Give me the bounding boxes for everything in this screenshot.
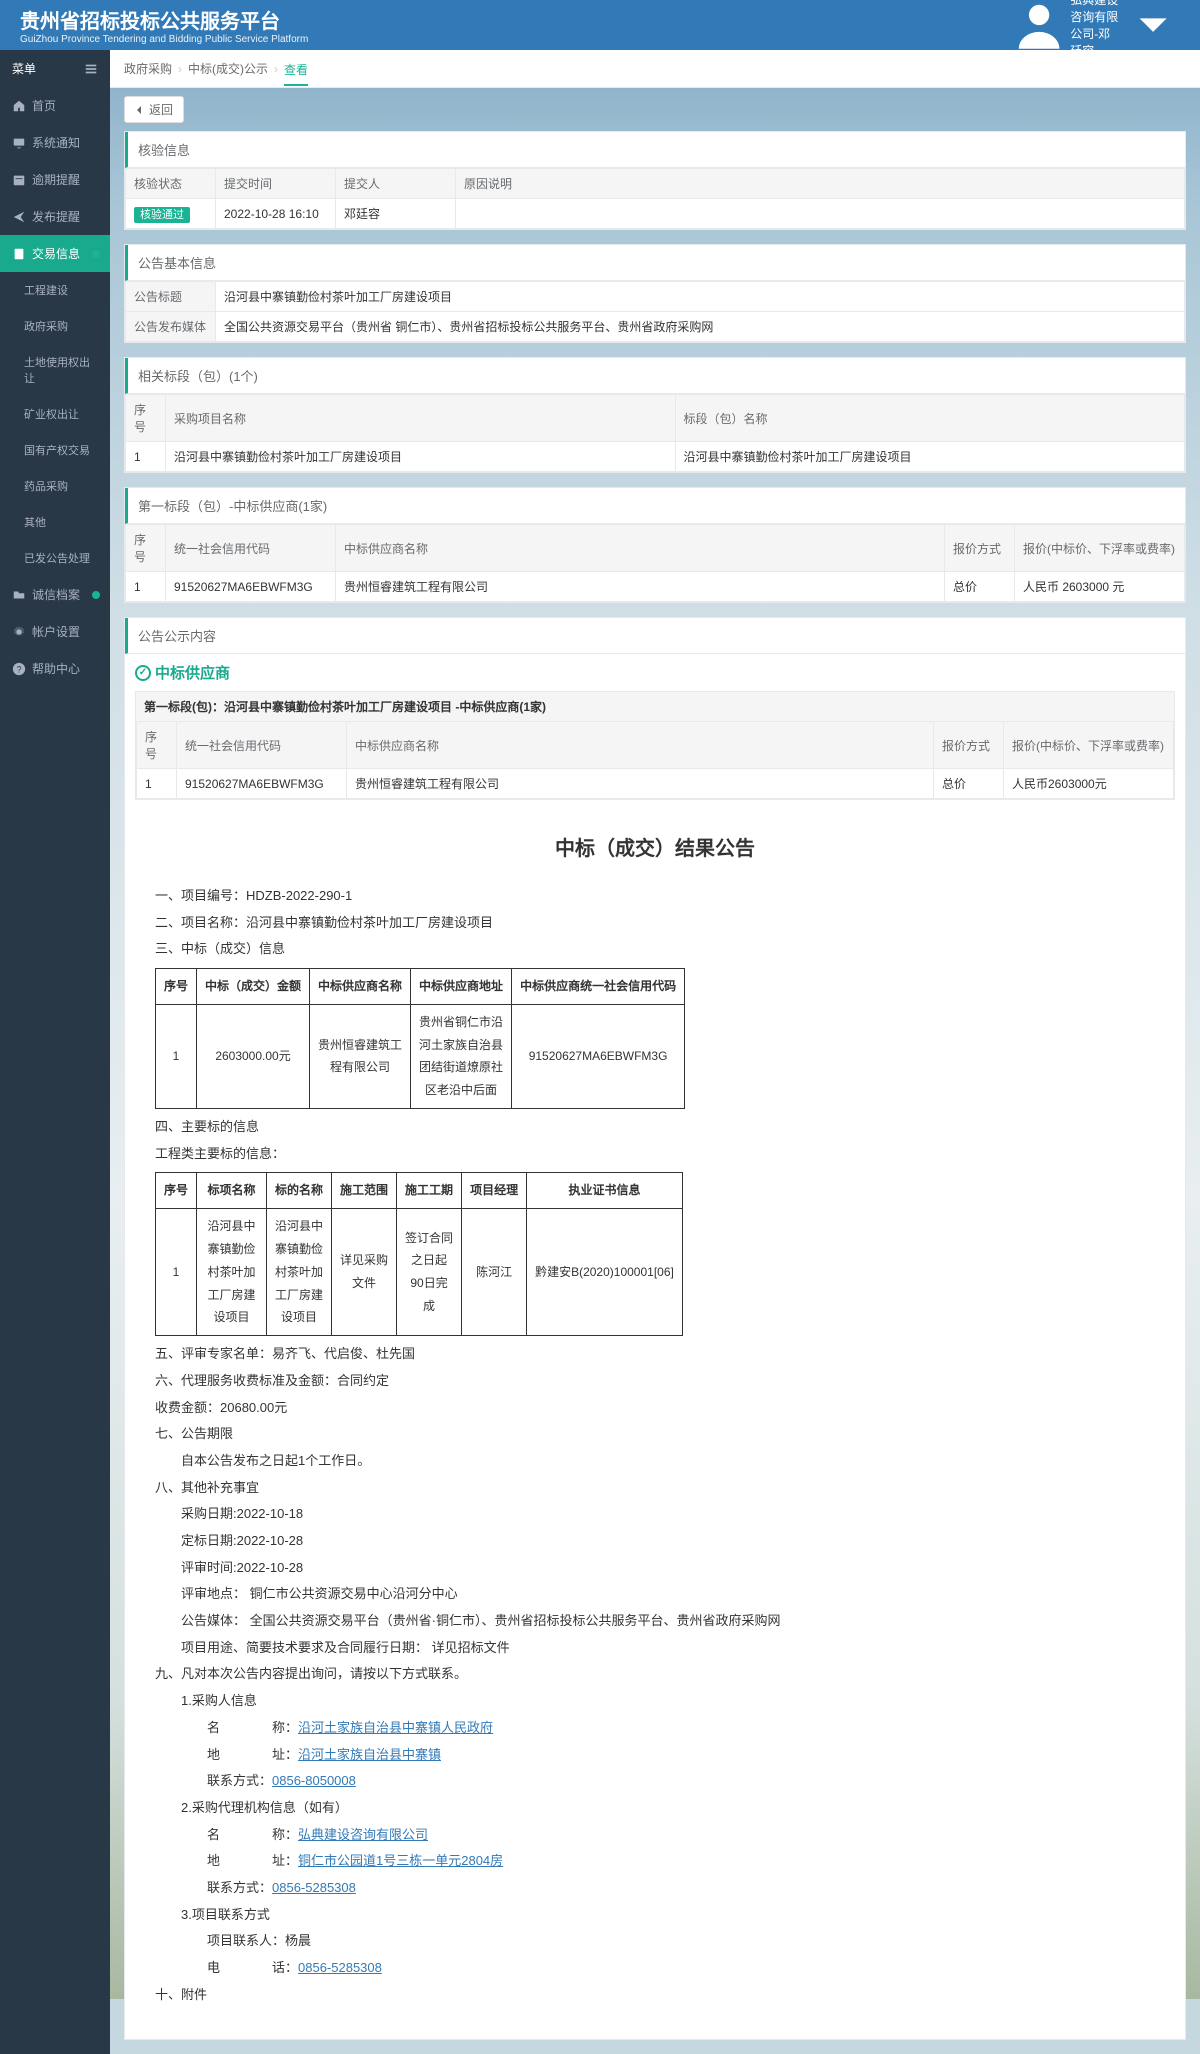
verify-time: 2022-10-28 16:10: [216, 199, 336, 229]
back-button[interactable]: 返回: [124, 96, 184, 123]
sidebar-sub-drug[interactable]: 药品采购: [0, 468, 110, 504]
announce-title: 沿河县中寨镇勤俭村茶叶加工厂房建设项目: [216, 282, 1185, 312]
content-title: 公告公示内容: [125, 618, 1185, 654]
sidebar-item-overdue[interactable]: 逾期提醒: [0, 161, 110, 198]
home-icon: [12, 99, 26, 113]
verify-h-reason: 原因说明: [456, 169, 1185, 199]
menu-icon[interactable]: [84, 62, 98, 76]
table-row: 1沿河县中寨镇勤俭村茶叶加工厂房建设项目沿河县中寨镇勤俭村茶叶加工厂房建设项目: [126, 442, 1185, 472]
basic-title: 公告基本信息: [125, 245, 1185, 281]
sidebar-sub-handled[interactable]: 已发公告处理: [0, 540, 110, 576]
verify-reason: [456, 199, 1185, 229]
main-content: 政府采购› 中标(成交)公示› 查看 返回 核验信息 核验状态 提交时间 提交人…: [110, 50, 1200, 2054]
notice-heading: 中标（成交）结果公告: [155, 830, 1155, 868]
user-icon: [1012, 0, 1066, 52]
sidebar-item-home[interactable]: 首页: [0, 87, 110, 124]
sidebar-sub-other[interactable]: 其他: [0, 504, 110, 540]
site-title: 贵州省招标投标公共服务平台: [20, 11, 280, 33]
doc-icon: [12, 247, 26, 261]
supplier-title: 第一标段（包）-中标供应商(1家): [125, 488, 1185, 524]
sidebar-sub-mining[interactable]: 矿业权出让: [0, 396, 110, 432]
site-header: 贵州省招标投标公共服务平台 GuiZhou Province Tendering…: [0, 0, 1200, 50]
verify-panel: 核验信息 核验状态 提交时间 提交人 原因说明 核验通过 2022-10-28 …: [124, 131, 1186, 230]
sidebar-item-credit[interactable]: 诚信档案: [0, 576, 110, 613]
buyer-phone-link[interactable]: 0856-8050008: [272, 1773, 356, 1788]
winner-heading: ✓中标供应商: [125, 654, 1185, 691]
gear-icon: [12, 625, 26, 639]
sidebar-item-help[interactable]: ?帮助中心: [0, 650, 110, 687]
supplier-panel: 第一标段（包）-中标供应商(1家) 序号统一社会信用代码中标供应商名称报价方式报…: [124, 487, 1186, 603]
sidebar-item-sysnotice[interactable]: 系统通知: [0, 124, 110, 161]
sidebar-item-account[interactable]: 帐户设置: [0, 613, 110, 650]
sidebar-sub-land[interactable]: 土地使用权出让: [0, 344, 110, 396]
menu-header: 菜单: [0, 50, 110, 87]
svg-text:?: ?: [17, 664, 22, 674]
crumb-a[interactable]: 政府采购: [124, 60, 172, 77]
buyer-addr-link[interactable]: 沿河土家族自治县中寨镇: [298, 1747, 441, 1762]
verify-h-person: 提交人: [336, 169, 456, 199]
breadcrumb: 政府采购› 中标(成交)公示› 查看: [110, 50, 1200, 88]
site-subtitle: GuiZhou Province Tendering and Bidding P…: [20, 34, 308, 45]
sidebar-sub-gov[interactable]: 政府采购: [0, 308, 110, 344]
agent-addr-link[interactable]: 铜仁市公园道1号三栋一单元2804房: [298, 1853, 503, 1868]
chevron-down-icon: [1126, 0, 1180, 52]
sidebar: 菜单 首页 系统通知 逾期提醒 发布提醒 交易信息 工程建设 政府采购 土地使用…: [0, 50, 110, 2054]
monitor-icon: [12, 136, 26, 150]
verify-person: 邓廷容: [336, 199, 456, 229]
calendar-icon: [12, 173, 26, 187]
project-phone-link[interactable]: 0856-5285308: [298, 1960, 382, 1975]
winner-sub: 第一标段(包)：沿河县中寨镇勤俭村茶叶加工厂房建设项目 -中标供应商(1家): [136, 692, 1174, 721]
crumb-c: 查看: [284, 61, 308, 86]
sidebar-item-publish[interactable]: 发布提醒: [0, 198, 110, 235]
content-panel: 公告公示内容 ✓中标供应商 第一标段(包)：沿河县中寨镇勤俭村茶叶加工厂房建设项…: [124, 617, 1186, 2040]
buyer-name-link[interactable]: 沿河土家族自治县中寨镇人民政府: [298, 1720, 493, 1735]
sidebar-item-trade[interactable]: 交易信息: [0, 235, 110, 272]
notice-body: 中标（成交）结果公告 一、项目编号：HDZB-2022-290-1 二、项目名称…: [125, 810, 1185, 2039]
table-row: 191520627MA6EBWFM3G贵州恒睿建筑工程有限公司总价人民币2603…: [137, 769, 1174, 799]
agent-name-link[interactable]: 弘典建设咨询有限公司: [298, 1827, 428, 1842]
sidebar-sub-property[interactable]: 国有产权交易: [0, 432, 110, 468]
help-icon: ?: [12, 662, 26, 676]
check-icon: ✓: [135, 665, 151, 681]
agent-phone-link[interactable]: 0856-5285308: [272, 1880, 356, 1895]
verify-title: 核验信息: [125, 132, 1185, 168]
folder-icon: [12, 588, 26, 602]
subject-table: 序号标项名称标的名称施工范围施工工期项目经理执业证书信息 1沿河县中寨镇勤俭村茶…: [155, 1172, 683, 1336]
send-icon: [12, 210, 26, 224]
sections-title: 相关标段（包）(1个): [125, 358, 1185, 394]
sidebar-sub-construction[interactable]: 工程建设: [0, 272, 110, 308]
basic-panel: 公告基本信息 公告标题沿河县中寨镇勤俭村茶叶加工厂房建设项目 公告发布媒体全国公…: [124, 244, 1186, 343]
announce-media: 全国公共资源交易平台（贵州省 铜仁市）、贵州省招标投标公共服务平台、贵州省政府采…: [216, 312, 1185, 342]
back-icon: [135, 105, 145, 115]
status-badge: 核验通过: [134, 207, 190, 223]
sections-panel: 相关标段（包）(1个) 序号采购项目名称标段（包）名称 1沿河县中寨镇勤俭村茶叶…: [124, 357, 1186, 473]
verify-h-time: 提交时间: [216, 169, 336, 199]
crumb-b[interactable]: 中标(成交)公示: [188, 60, 268, 77]
winner-table: 序号中标（成交）金额中标供应商名称中标供应商地址中标供应商统一社会信用代码 12…: [155, 968, 685, 1109]
verify-h-status: 核验状态: [126, 169, 216, 199]
table-row: 191520627MA6EBWFM3G贵州恒睿建筑工程有限公司总价人民币 260…: [126, 572, 1185, 602]
